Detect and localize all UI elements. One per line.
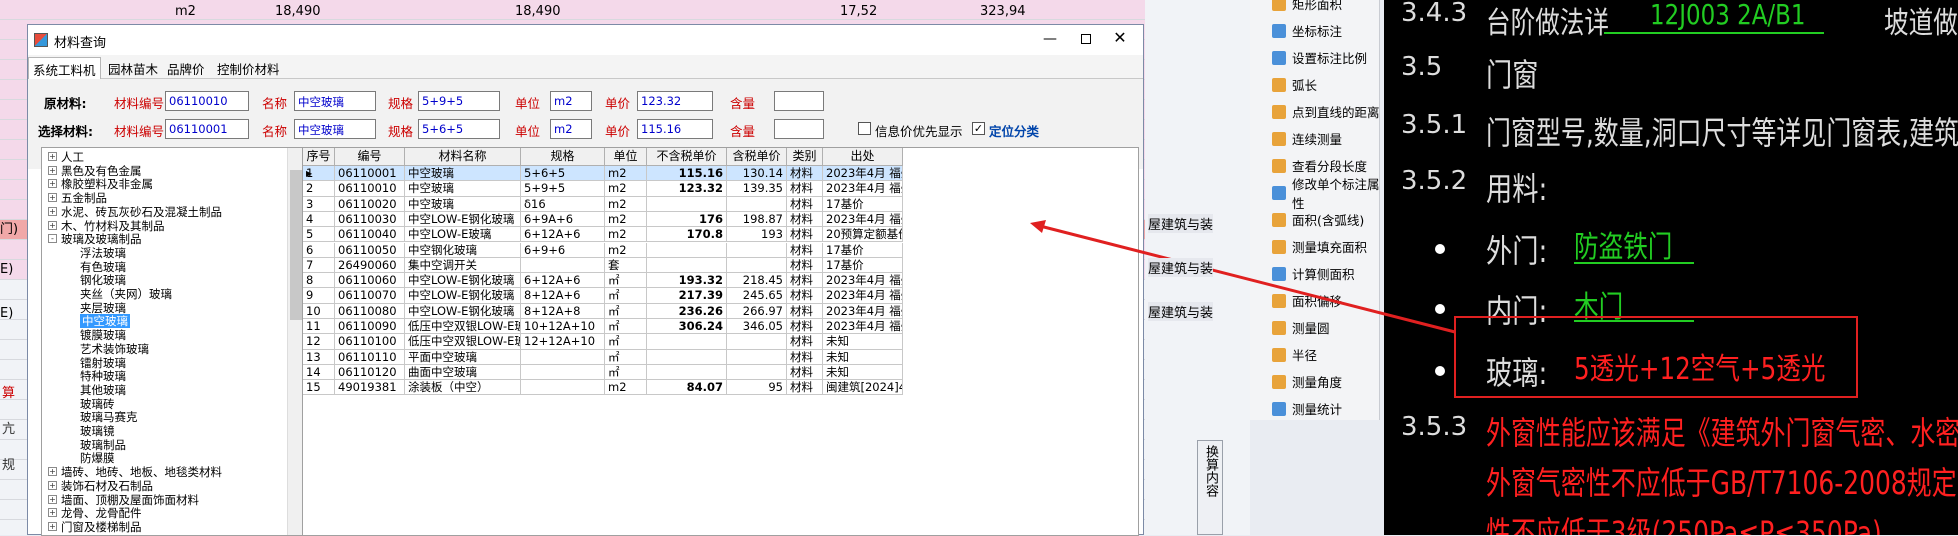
annotation-arrow [1030, 220, 1456, 334]
building-label: 屋建筑与装 [1148, 258, 1214, 277]
building-label: 屋建筑与装 [1148, 214, 1214, 233]
building-label: 屋建筑与装 [1148, 302, 1214, 321]
